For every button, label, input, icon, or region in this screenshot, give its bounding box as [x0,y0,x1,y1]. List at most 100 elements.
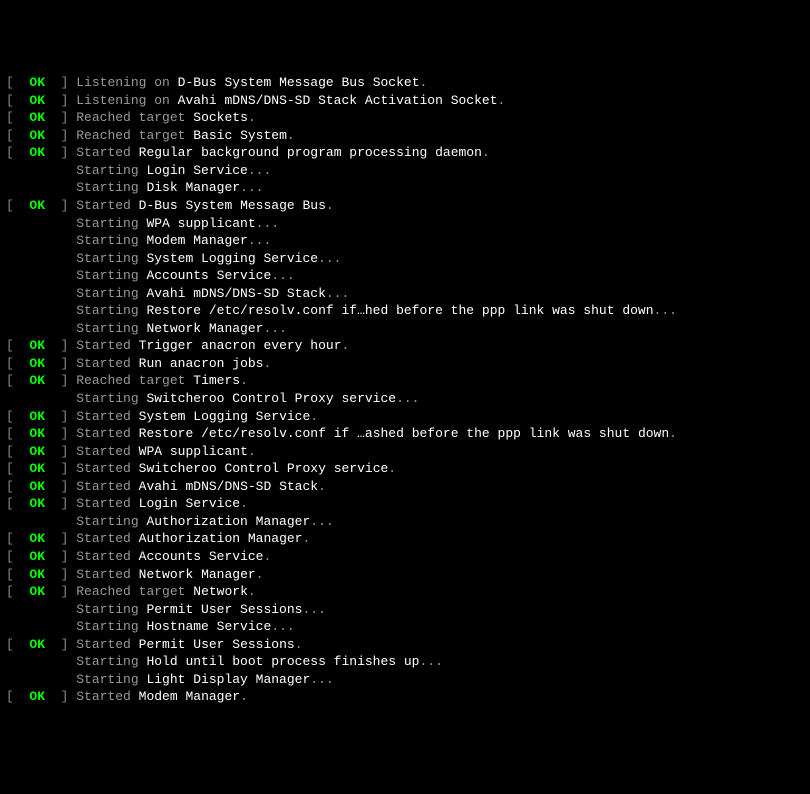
log-action: Listening on [76,93,177,108]
log-subject: System Logging Service [146,251,318,266]
status-bracket-close: ] [45,444,76,459]
log-action: Starting [76,514,146,529]
log-tail: . [248,444,256,459]
status-bracket-open: [ [6,549,29,564]
boot-log-line: [ OK ] Reached target Network. [6,583,804,601]
status-ok: OK [29,426,45,441]
boot-log-line: [ OK ] Started Authorization Manager. [6,530,804,548]
log-tail: ... [302,602,325,617]
log-subject: Avahi mDNS/DNS-SD Stack Activation Socke… [178,93,498,108]
log-tail: ... [310,514,333,529]
log-tail: ... [271,268,294,283]
log-tail: . [240,689,248,704]
log-tail: . [240,496,248,511]
log-tail: . [342,338,350,353]
boot-log-line: [ OK ] Started D-Bus System Message Bus. [6,197,804,215]
status-bracket-close: ] [45,93,76,108]
indent-spacer [6,250,76,268]
boot-log-line: [ OK ] Started Trigger anacron every hou… [6,337,804,355]
status-ok: OK [29,356,45,371]
log-action: Starting [76,654,146,669]
status-bracket-open: [ [6,93,29,108]
log-action: Starting [76,163,146,178]
log-action: Starting [76,180,146,195]
status-ok: OK [29,567,45,582]
boot-log-line: [ OK ] Started Login Service. [6,495,804,513]
boot-log-line: [ OK ] Started Permit User Sessions. [6,636,804,654]
log-action: Started [76,496,138,511]
status-ok: OK [29,479,45,494]
status-bracket-close: ] [45,75,76,90]
log-action: Listening on [76,75,177,90]
log-tail: . [302,531,310,546]
boot-log-line: [ OK ] Reached target Basic System. [6,127,804,145]
boot-log-line: Starting Authorization Manager... [6,513,804,531]
log-subject: Light Display Manager [146,672,310,687]
log-tail: ... [654,303,677,318]
boot-log-line: Starting Network Manager... [6,320,804,338]
log-subject: Sockets [193,110,248,125]
log-tail: . [310,409,318,424]
log-tail: . [256,567,264,582]
log-tail: . [248,584,256,599]
status-bracket-open: [ [6,689,29,704]
status-bracket-open: [ [6,198,29,213]
log-action: Starting [76,391,146,406]
log-subject: Switcheroo Control Proxy service [146,391,396,406]
log-subject: Modem Manager [146,233,247,248]
indent-spacer [6,618,76,636]
status-ok: OK [29,128,45,143]
status-bracket-open: [ [6,567,29,582]
boot-log-line: [ OK ] Reached target Timers. [6,372,804,390]
status-bracket-open: [ [6,584,29,599]
log-action: Started [76,461,138,476]
status-bracket-open: [ [6,373,29,388]
log-action: Starting [76,303,146,318]
log-action: Reached target [76,128,193,143]
log-subject: D-Bus System Message Bus [139,198,326,213]
log-action: Started [76,689,138,704]
indent-spacer [6,671,76,689]
status-bracket-open: [ [6,110,29,125]
log-tail: . [295,637,303,652]
log-tail: . [263,549,271,564]
status-ok: OK [29,145,45,160]
log-tail: . [318,479,326,494]
status-bracket-open: [ [6,444,29,459]
boot-log-line: Starting WPA supplicant... [6,215,804,233]
status-bracket-close: ] [45,584,76,599]
log-subject: Authorization Manager [139,531,303,546]
status-bracket-open: [ [6,75,29,90]
log-tail: ... [419,654,442,669]
log-action: Started [76,426,138,441]
log-subject: Network Manager [139,567,256,582]
log-tail: . [248,110,256,125]
log-subject: Run anacron jobs [139,356,264,371]
boot-log-line: Starting Hostname Service... [6,618,804,636]
status-bracket-close: ] [45,128,76,143]
indent-spacer [6,232,76,250]
indent-spacer [6,320,76,338]
log-action: Started [76,409,138,424]
log-action: Started [76,479,138,494]
status-bracket-close: ] [45,356,76,371]
status-ok: OK [29,549,45,564]
log-action: Started [76,637,138,652]
boot-log-line: [ OK ] Started Run anacron jobs. [6,355,804,373]
log-action: Starting [76,216,146,231]
log-tail: . [669,426,677,441]
status-bracket-close: ] [45,549,76,564]
log-tail: . [287,128,295,143]
log-subject: Hold until boot process finishes up [146,654,419,669]
log-subject: Modem Manager [139,689,240,704]
log-tail: . [326,198,334,213]
status-ok: OK [29,373,45,388]
boot-log-line: Starting Modem Manager... [6,232,804,250]
log-action: Starting [76,251,146,266]
log-subject: D-Bus System Message Bus Socket [178,75,420,90]
log-subject: Regular background program processing da… [139,145,482,160]
status-bracket-close: ] [45,110,76,125]
status-bracket-close: ] [45,531,76,546]
status-ok: OK [29,637,45,652]
boot-log-line: [ OK ] Listening on D-Bus System Message… [6,74,804,92]
